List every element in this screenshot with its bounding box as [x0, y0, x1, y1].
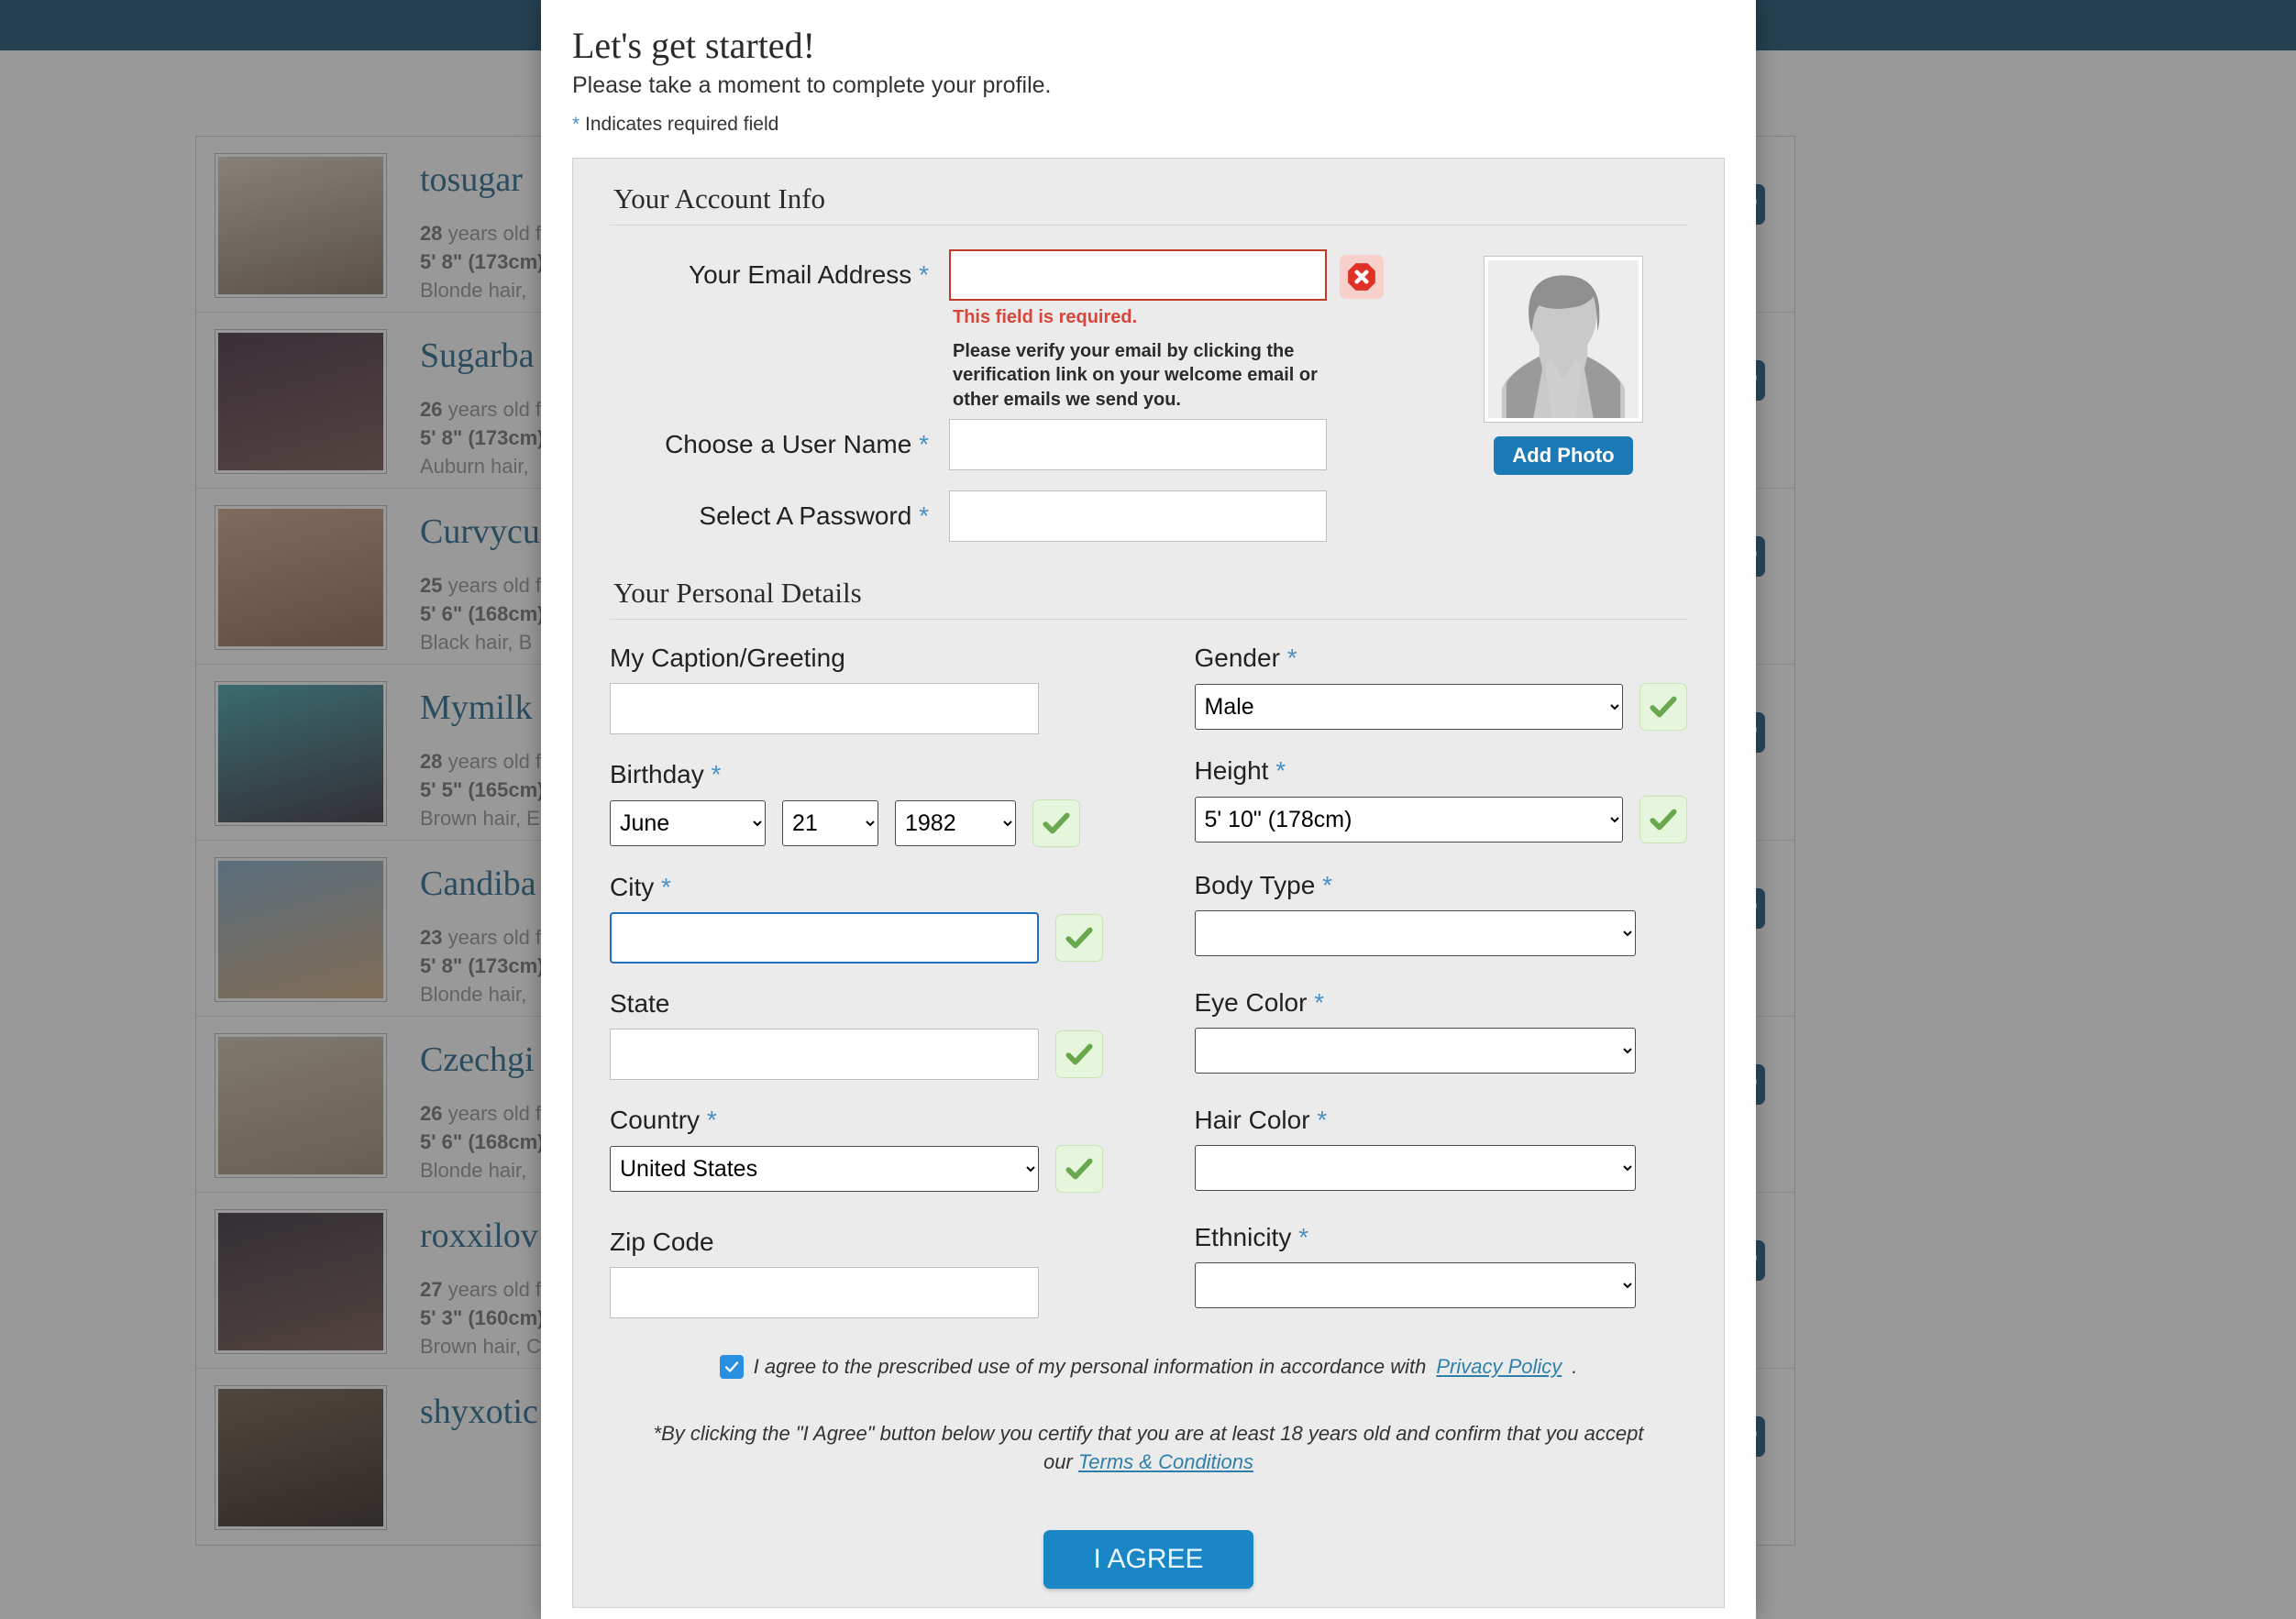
birthday-label: Birthday *	[610, 760, 722, 789]
avatar-placeholder-icon	[1484, 256, 1643, 423]
required-star: *	[919, 430, 929, 459]
zip-label: Zip Code	[610, 1228, 714, 1257]
state-label: State	[610, 989, 670, 1019]
eye-color-select[interactable]	[1194, 1028, 1636, 1074]
email-error-message: This field is required.	[953, 307, 1138, 327]
country-label: Country *	[610, 1106, 717, 1135]
username-label: Choose a User Name *	[665, 430, 929, 459]
state-valid-check-icon	[1055, 1030, 1103, 1079]
country-field-group: Country * United States	[610, 1106, 1149, 1194]
gender-valid-check-icon	[1639, 683, 1687, 732]
height-valid-check-icon	[1639, 796, 1687, 844]
city-label: City *	[610, 873, 671, 902]
city-field-group: City *	[610, 873, 1149, 964]
country-select[interactable]: United States	[610, 1146, 1039, 1193]
zip-field-group: Zip Code	[610, 1228, 1149, 1319]
profile-completion-modal: Let's get started! Please take a moment …	[541, 0, 1756, 1619]
add-photo-button[interactable]: Add Photo	[1494, 436, 1633, 475]
height-field-group: Height * 5' 10" (178cm)	[1194, 756, 1687, 844]
privacy-policy-link[interactable]: Privacy Policy	[1436, 1355, 1562, 1379]
zip-input[interactable]	[610, 1267, 1039, 1319]
password-input[interactable]	[949, 490, 1327, 543]
birthday-month-select[interactable]: June	[610, 800, 766, 847]
consent-area: I agree to the prescribed use of my pers…	[610, 1355, 1687, 1589]
personal-details-left-column: My Caption/Greeting Birthday * June 21 1…	[610, 644, 1149, 1344]
personal-details-grid: My Caption/Greeting Birthday * June 21 1…	[610, 644, 1687, 1344]
gender-select[interactable]: Male	[1194, 684, 1623, 731]
required-star: *	[1317, 1106, 1328, 1135]
error-x-icon	[1340, 255, 1384, 299]
privacy-consent-text-after: .	[1572, 1355, 1578, 1379]
gender-field-group: Gender * Male	[1194, 644, 1687, 732]
birthday-year-select[interactable]: 1982	[895, 800, 1016, 847]
eye-color-field-group: Eye Color *	[1194, 988, 1688, 1074]
privacy-consent-line: I agree to the prescribed use of my pers…	[610, 1355, 1687, 1380]
body-type-select[interactable]	[1194, 910, 1636, 957]
body-type-label: Body Type *	[1194, 871, 1332, 900]
account-info-section-title: Your Account Info	[610, 179, 1687, 226]
email-label: Your Email Address *	[688, 260, 929, 289]
terms-disclaimer: *By clicking the "I Agree" button below …	[610, 1419, 1687, 1476]
email-verify-note: Please verify your email by clicking the…	[953, 341, 1318, 410]
modal-subtitle: Please take a moment to complete your pr…	[572, 72, 1052, 98]
email-input[interactable]	[949, 249, 1327, 301]
password-label: Select A Password *	[699, 501, 929, 531]
required-star: *	[1322, 871, 1332, 900]
caption-input[interactable]	[610, 683, 1039, 735]
required-star: *	[1298, 1223, 1309, 1252]
required-star: *	[661, 873, 671, 902]
required-star: *	[572, 114, 580, 135]
personal-details-right-column: Gender * Male Height * 5' 10" (178cm) Bo…	[1149, 644, 1688, 1344]
ethnicity-field-group: Ethnicity *	[1194, 1223, 1688, 1309]
privacy-consent-checkbox[interactable]	[719, 1355, 744, 1380]
required-star: *	[1275, 756, 1286, 786]
terms-conditions-link[interactable]: Terms & Conditions	[1078, 1450, 1253, 1473]
caption-field-group: My Caption/Greeting	[610, 644, 1149, 735]
required-star: *	[919, 260, 929, 289]
password-field-row: Select A Password *	[610, 490, 1687, 543]
required-star: *	[711, 760, 722, 789]
photo-upload-area: Add Photo	[1484, 256, 1643, 475]
privacy-consent-text-before: I agree to the prescribed use of my pers…	[753, 1355, 1427, 1379]
birthday-day-select[interactable]: 21	[782, 800, 878, 847]
body-type-field-group: Body Type *	[1194, 871, 1688, 957]
hair-color-label: Hair Color *	[1194, 1106, 1328, 1135]
required-star: *	[706, 1106, 717, 1135]
page-title: Let's get started!	[572, 25, 815, 66]
personal-details-section-title: Your Personal Details	[610, 573, 1687, 621]
eye-color-label: Eye Color *	[1194, 988, 1325, 1018]
required-star: *	[1286, 644, 1297, 673]
required-note-text: Indicates required field	[580, 114, 779, 135]
height-label: Height *	[1194, 756, 1286, 786]
required-star: *	[1314, 988, 1325, 1018]
gender-label: Gender *	[1194, 644, 1297, 673]
required-star: *	[919, 501, 929, 531]
height-select[interactable]: 5' 10" (178cm)	[1194, 797, 1623, 843]
caption-label: My Caption/Greeting	[610, 644, 845, 673]
birthday-valid-check-icon	[1032, 799, 1080, 848]
profile-form-panel: Your Account Info Your Email Address * T…	[572, 158, 1725, 1608]
city-input[interactable]	[610, 912, 1039, 964]
state-field-group: State	[610, 989, 1149, 1081]
state-input[interactable]	[610, 1029, 1039, 1081]
country-valid-check-icon	[1055, 1145, 1103, 1194]
ethnicity-select[interactable]	[1194, 1262, 1636, 1309]
hair-color-field-group: Hair Color *	[1194, 1106, 1688, 1192]
birthday-field-group: Birthday * June 21 1982	[610, 760, 1149, 848]
username-input[interactable]	[949, 419, 1327, 471]
submit-area: I AGREE	[610, 1529, 1687, 1589]
ethnicity-label: Ethnicity *	[1194, 1223, 1309, 1252]
city-valid-check-icon	[1055, 914, 1103, 963]
hair-color-select[interactable]	[1194, 1145, 1636, 1192]
required-field-note: * Indicates required field	[572, 114, 1725, 136]
i-agree-button[interactable]: I AGREE	[1043, 1529, 1253, 1589]
